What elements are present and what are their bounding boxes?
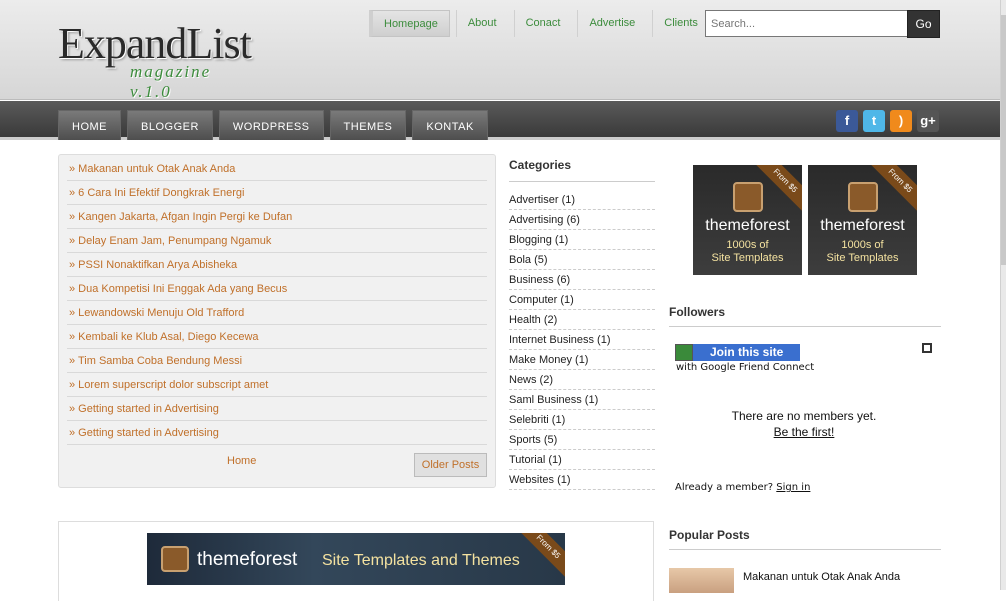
scrollbar-thumb[interactable] [1001, 15, 1006, 265]
post-link[interactable]: » Lewandowski Menuju Old Trafford [67, 301, 487, 325]
post-link[interactable]: » Tim Samba Coba Bendung Messi [67, 349, 487, 373]
post-link[interactable]: » Kembali ke Klub Asal, Diego Kecewa [67, 325, 487, 349]
post-link[interactable]: » Getting started in Advertising [67, 421, 487, 445]
post-link[interactable]: » Makanan untuk Otak Anak Anda [67, 157, 487, 181]
menu-item-blogger[interactable]: BLOGGER [127, 110, 213, 140]
category-item[interactable]: Websites (1) [509, 470, 655, 490]
sign-in-link[interactable]: Sign in [776, 482, 810, 493]
top-link-clients[interactable]: Clients [652, 10, 709, 37]
category-item[interactable]: Tutorial (1) [509, 450, 655, 470]
followers-widget: Followers Join this site with Google Fri… [669, 305, 941, 493]
logo-subtitle: magazine v.1.0 [130, 62, 212, 101]
category-item[interactable]: Blogging (1) [509, 230, 655, 250]
home-link[interactable]: Home [227, 455, 256, 467]
popout-icon[interactable] [922, 343, 932, 353]
scrollbar[interactable] [1000, 0, 1006, 590]
google-friend-connect-icon [675, 344, 693, 361]
ad-subtext: 1000s of Site Templates [808, 239, 917, 265]
ad-blocks: From $5 themeforest 1000s of Site Templates… [693, 165, 923, 275]
category-item[interactable]: Bola (5) [509, 250, 655, 270]
facebook-icon[interactable]: f [836, 110, 858, 132]
already-member-row: Already a member? Sign in [675, 482, 810, 493]
popular-posts-widget: Popular Posts Makanan untuk Otak Anak An… [669, 528, 941, 593]
recent-posts-box: » Makanan untuk Otak Anak Anda» 6 Cara I… [58, 154, 496, 488]
category-list: Advertiser (1) Advertising (6) Blogging (1… [509, 190, 655, 490]
banner-brand: themeforest [197, 549, 298, 570]
menu-item-home[interactable]: HOME [58, 110, 121, 140]
banner-ribbon: From $5 [516, 533, 565, 579]
post-link[interactable]: » Lorem superscript dolor subscript amet [67, 373, 487, 397]
category-item[interactable]: Health (2) [509, 310, 655, 330]
categories-title: Categories [509, 158, 655, 182]
post-list: » Makanan untuk Otak Anak Anda» 6 Cara I… [67, 157, 487, 445]
main-menu: HOME BLOGGER WORDPRESS THEMES KONTAK [58, 110, 494, 140]
top-link-contact[interactable]: Conact [513, 10, 572, 37]
top-link-about[interactable]: About [455, 10, 508, 37]
popular-post-thumbnail[interactable] [669, 568, 734, 593]
ad-line1: 1000s of [841, 239, 884, 251]
categories-widget: Categories Advertiser (1) Advertising (6)… [509, 158, 655, 490]
category-item[interactable]: Make Money (1) [509, 350, 655, 370]
popular-post-title[interactable]: Makanan untuk Otak Anak Anda [743, 571, 900, 583]
post-link[interactable]: » Dua Kompetisi Ini Enggak Ada yang Becu… [67, 277, 487, 301]
menu-item-wordpress[interactable]: WORDPRESS [218, 110, 324, 140]
post-link[interactable]: » 6 Cara Ini Efektif Dongkrak Energi [67, 181, 487, 205]
ad-subtext: 1000s of Site Templates [693, 239, 802, 265]
category-item[interactable]: Advertiser (1) [509, 190, 655, 210]
banner-box: themeforest Site Templates and Themes Fr… [58, 521, 654, 601]
be-first-link[interactable]: Be the first! [669, 425, 939, 439]
ad-brand: themeforest [705, 217, 790, 234]
followers-title: Followers [669, 305, 941, 327]
category-item[interactable]: Computer (1) [509, 290, 655, 310]
google-plus-icon[interactable]: g+ [917, 110, 939, 132]
older-posts-button[interactable]: Older Posts [414, 453, 487, 477]
site-header: ExpandList magazine v.1.0 Homepage About… [0, 0, 1006, 102]
themeforest-logo-icon [161, 546, 189, 572]
gfc-label: with Google Friend Connect [676, 362, 815, 373]
themeforest-logo-icon [733, 182, 763, 212]
post-link[interactable]: » Kangen Jakarta, Afgan Ingin Pergi ke D… [67, 205, 487, 229]
category-item[interactable]: Saml Business (1) [509, 390, 655, 410]
site-logo[interactable]: ExpandList magazine v.1.0 [58, 19, 252, 102]
themeforest-banner[interactable]: themeforest Site Templates and Themes Fr… [147, 533, 565, 585]
ad-line2: Site Templates [826, 252, 899, 264]
search-input[interactable] [705, 10, 908, 37]
category-item[interactable]: Selebriti (1) [509, 410, 655, 430]
social-icons: f t) g+ [836, 110, 944, 132]
no-members-text: There are no members yet. [731, 409, 877, 423]
menu-item-themes[interactable]: THEMES [329, 110, 407, 140]
category-item[interactable]: News (2) [509, 370, 655, 390]
category-item[interactable]: Advertising (6) [509, 210, 655, 230]
already-member-label: Already a member? [675, 482, 774, 493]
ad-brand: themeforest [820, 217, 905, 234]
join-site-label: Join this site [693, 344, 801, 361]
post-link[interactable]: » PSSI Nonaktifkan Arya Abisheka [67, 253, 487, 277]
post-link[interactable]: » Getting started in Advertising [67, 397, 487, 421]
ad-line2: Site Templates [711, 252, 784, 264]
menu-item-kontak[interactable]: KONTAK [412, 110, 488, 140]
category-item[interactable]: Business (6) [509, 270, 655, 290]
themeforest-ad[interactable]: From $5 themeforest 1000s of Site Templates [808, 165, 917, 275]
search-go-button[interactable]: Go [907, 10, 940, 38]
themeforest-ad[interactable]: From $5 themeforest 1000s of Site Templates [693, 165, 802, 275]
join-site-button[interactable]: Join this site [675, 344, 801, 361]
top-nav: Homepage About Conact Advertise Clients [369, 10, 715, 37]
themeforest-logo-icon [848, 182, 878, 212]
category-item[interactable]: Internet Business (1) [509, 330, 655, 350]
logo-title: ExpandList [58, 19, 252, 68]
post-link[interactable]: » Delay Enam Jam, Penumpang Ngamuk [67, 229, 487, 253]
twitter-icon[interactable]: t [863, 110, 885, 132]
rss-icon[interactable]: ) [890, 110, 912, 132]
popular-posts-title: Popular Posts [669, 528, 941, 550]
banner-tagline: Site Templates and Themes [322, 552, 520, 569]
ad-line1: 1000s of [726, 239, 769, 251]
main-navbar: HOME BLOGGER WORDPRESS THEMES KONTAK f t)… [0, 101, 1006, 140]
top-link-homepage[interactable]: Homepage [369, 10, 450, 37]
top-link-advertise[interactable]: Advertise [577, 10, 646, 37]
category-item[interactable]: Sports (5) [509, 430, 655, 450]
